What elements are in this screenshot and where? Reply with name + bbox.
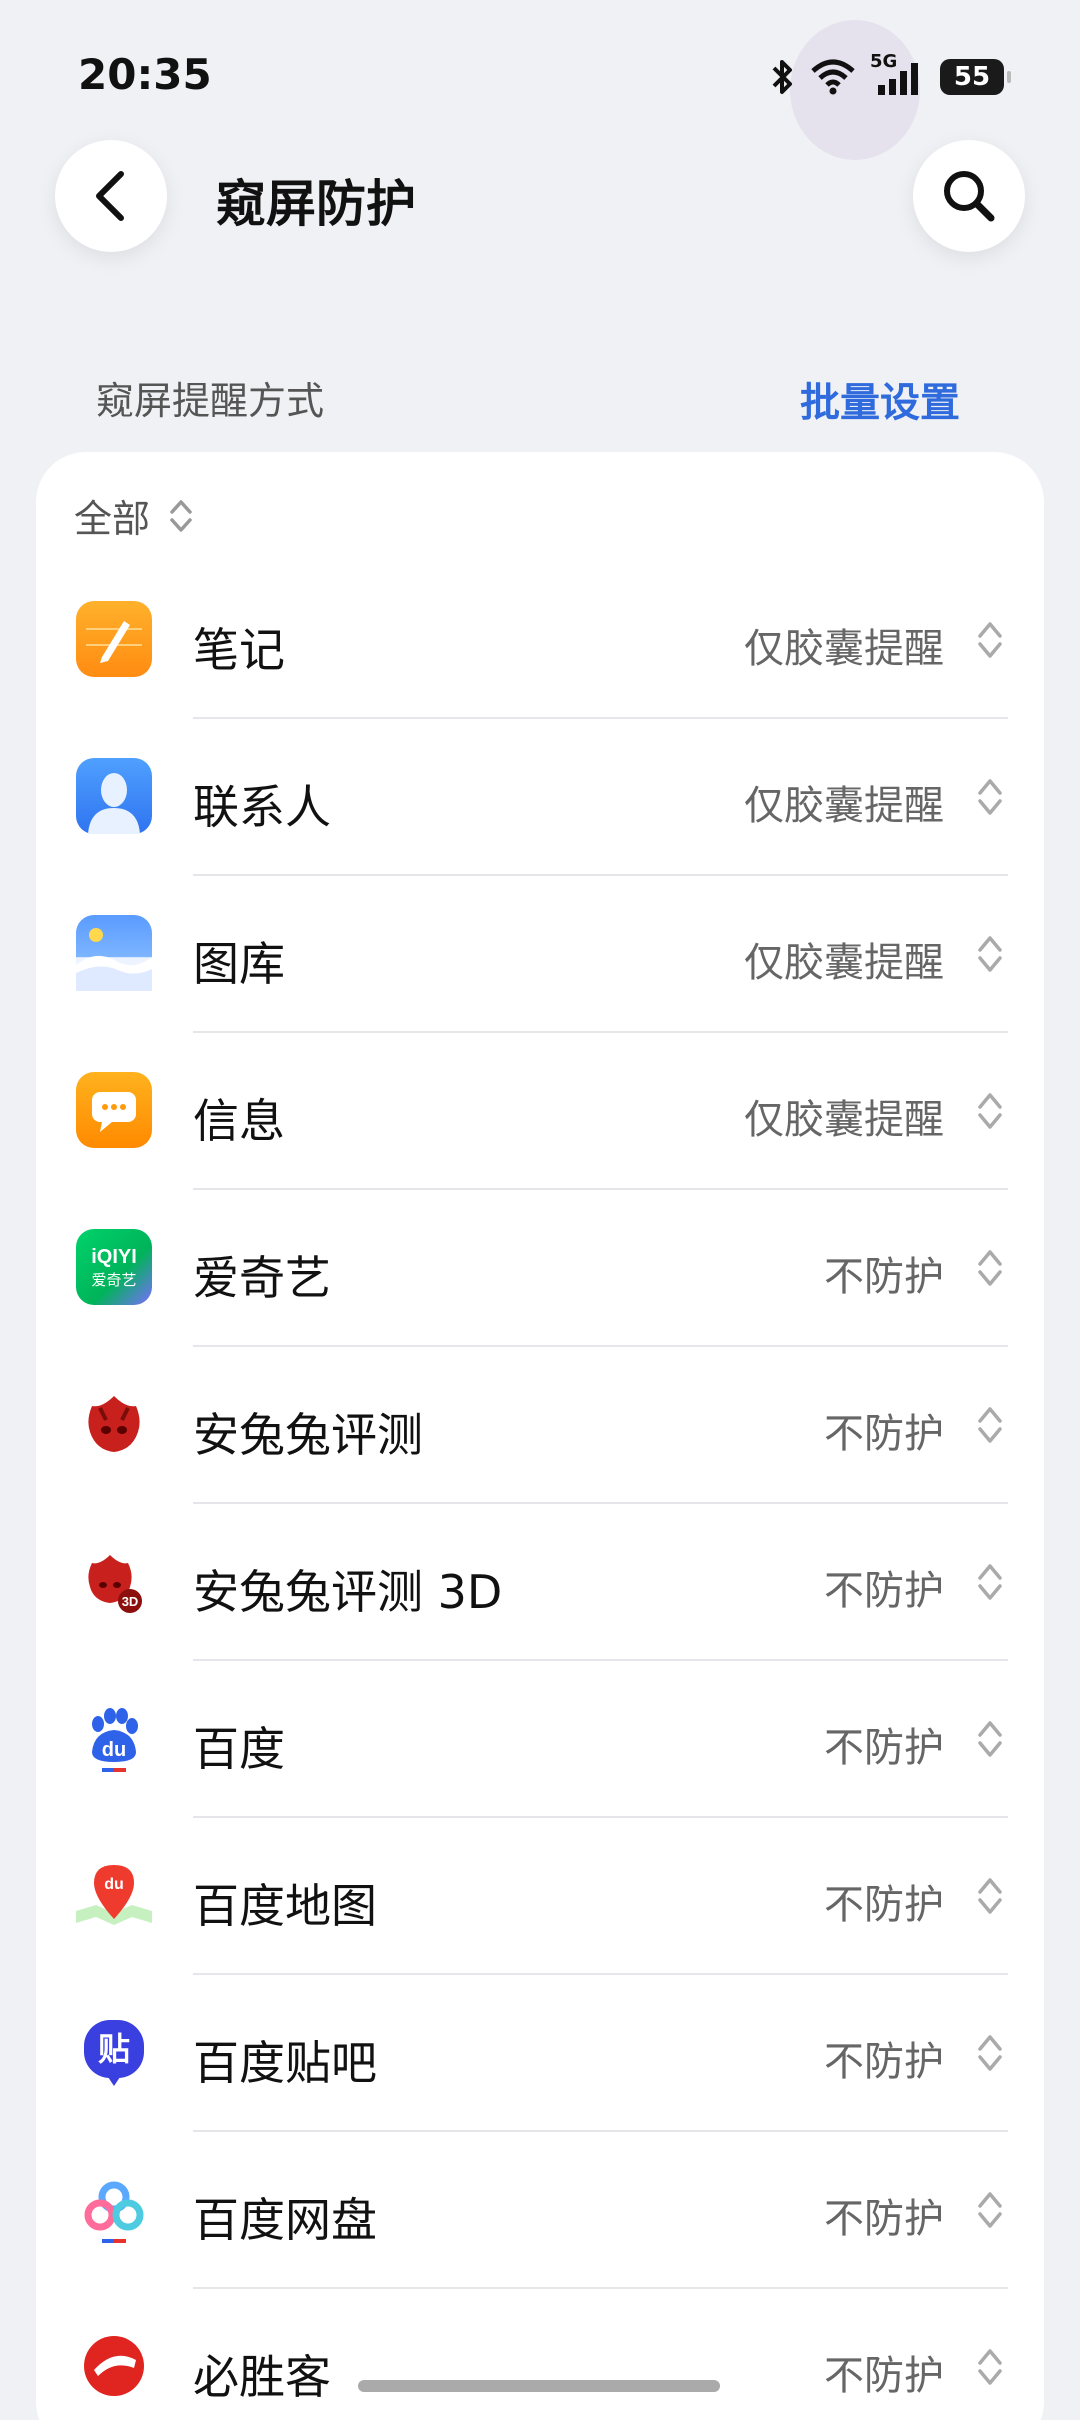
filter-label: 全部: [74, 497, 151, 541]
svg-text:iQIYI: iQIYI: [91, 1246, 137, 1268]
messages-icon: [76, 1072, 152, 1148]
protection-mode: 仅胶囊提醒: [744, 1097, 944, 1143]
chevron-updown-icon: [978, 622, 1002, 658]
list-item[interactable]: 必胜客 不防护: [36, 2289, 1044, 2420]
battery-indicator: 55: [940, 59, 1011, 95]
baidu-icon-label: du: [102, 1739, 126, 1761]
baidu-tieba-icon: 贴: [76, 2014, 152, 2090]
app-name: 百度网盘: [193, 2193, 377, 2247]
iqiyi-icon: iQIYI 爱奇艺: [76, 1229, 152, 1305]
protection-mode: 不防护: [824, 1725, 944, 1771]
protection-mode: 不防护: [824, 2039, 944, 2085]
chevron-updown-icon: [978, 1721, 1002, 1757]
status-bar: 20:35 5G 55: [0, 0, 1080, 150]
protection-mode: 不防护: [824, 2353, 944, 2399]
antutu-3d-icon: 3D: [76, 1543, 152, 1619]
list-item[interactable]: iQIYI 爱奇艺 爱奇艺 不防护: [36, 1190, 1044, 1347]
protection-mode: 仅胶囊提醒: [744, 783, 944, 829]
baidu-map-icon-label: du: [104, 1876, 124, 1893]
protection-mode: 不防护: [824, 1411, 944, 1457]
cellular-signal-icon: 5G: [870, 51, 926, 97]
list-item[interactable]: 安兔兔评测 不防护: [36, 1347, 1044, 1504]
list-item[interactable]: 百度网盘 不防护: [36, 2132, 1044, 2289]
wifi-icon: [811, 59, 855, 95]
baidu-map-icon: du: [76, 1857, 152, 1933]
search-button[interactable]: [913, 140, 1025, 252]
chevron-updown-icon: [170, 499, 192, 532]
chevron-updown-icon: [978, 1878, 1002, 1914]
gallery-icon: [76, 915, 152, 991]
screen: 20:35 5G 55 窥屏防护 窥屏提醒方式 批量设置 全部 笔记 仅胶囊提醒…: [0, 0, 1080, 2420]
protection-mode: 不防护: [824, 1882, 944, 1928]
baidu-icon: du: [76, 1700, 152, 1776]
chevron-updown-icon: [978, 936, 1002, 972]
protection-mode: 仅胶囊提醒: [744, 940, 944, 986]
app-name: 必胜客: [193, 2350, 331, 2404]
filter-dropdown[interactable]: 全部: [74, 488, 194, 543]
baidu-tieba-icon-label: 贴: [98, 2030, 130, 2068]
back-button[interactable]: [55, 140, 167, 252]
chevron-updown-icon: [978, 1564, 1002, 1600]
list-item[interactable]: du 百度地图 不防护: [36, 1818, 1044, 1975]
app-name: 联系人: [193, 780, 331, 834]
app-name: 安兔兔评测 3D: [193, 1565, 503, 1619]
pizza-hut-icon: [76, 2328, 152, 2404]
chevron-updown-icon: [978, 2349, 1002, 2385]
notes-icon: [76, 601, 152, 677]
chevron-updown-icon: [978, 779, 1002, 815]
app-name: 安兔兔评测: [193, 1408, 423, 1462]
app-name: 百度: [193, 1722, 285, 1776]
protection-mode: 不防护: [824, 2196, 944, 2242]
protection-mode: 仅胶囊提醒: [744, 626, 944, 672]
app-list: 笔记 仅胶囊提醒 联系人 仅胶囊提醒 图库 仅胶囊提醒 信息 仅胶囊提醒 iQI…: [36, 562, 1044, 2420]
svg-text:爱奇艺: 爱奇艺: [91, 1271, 136, 1289]
chevron-left-icon: [96, 171, 124, 221]
antutu-3d-icon-label: 3D: [122, 1594, 139, 1609]
list-item[interactable]: 信息 仅胶囊提醒: [36, 1033, 1044, 1190]
chevron-updown-icon: [978, 1250, 1002, 1286]
list-item[interactable]: 图库 仅胶囊提醒: [36, 876, 1044, 1033]
app-list-card: 全部 笔记 仅胶囊提醒 联系人 仅胶囊提醒 图库 仅胶囊提醒 信息 仅胶囊提醒 …: [36, 452, 1044, 2420]
chevron-updown-icon: [978, 1407, 1002, 1443]
list-item[interactable]: du 百度 不防护: [36, 1661, 1044, 1818]
status-time: 20:35: [78, 50, 212, 99]
app-name: 图库: [193, 937, 285, 991]
chevron-updown-icon: [978, 1093, 1002, 1129]
antutu-icon: [76, 1386, 152, 1462]
baidu-netdisk-icon: [76, 2171, 152, 2247]
status-icons: 5G 55: [768, 51, 1011, 99]
list-item[interactable]: 笔记 仅胶囊提醒: [36, 562, 1044, 719]
protection-mode: 不防护: [824, 1568, 944, 1614]
chevron-updown-icon: [978, 2192, 1002, 2228]
app-name: 爱奇艺: [193, 1251, 331, 1305]
list-item[interactable]: 贴 百度贴吧 不防护: [36, 1975, 1044, 2132]
app-name: 百度贴吧: [193, 2036, 377, 2090]
app-name: 笔记: [193, 623, 285, 677]
protection-mode: 不防护: [824, 1254, 944, 1300]
app-name: 信息: [193, 1094, 285, 1148]
list-item[interactable]: 3D 安兔兔评测 3D 不防护: [36, 1504, 1044, 1661]
section-label: 窥屏提醒方式: [96, 379, 325, 423]
contacts-icon: [76, 758, 152, 834]
list-item[interactable]: 联系人 仅胶囊提醒: [36, 719, 1044, 876]
bluetooth-icon: [772, 60, 792, 94]
bulk-settings-button[interactable]: 批量设置: [800, 370, 960, 428]
page-title: 窥屏防护: [216, 175, 416, 233]
search-icon: [944, 171, 995, 222]
chevron-updown-icon: [978, 2035, 1002, 2071]
app-name: 百度地图: [193, 1879, 377, 1933]
home-indicator[interactable]: [358, 2380, 720, 2392]
